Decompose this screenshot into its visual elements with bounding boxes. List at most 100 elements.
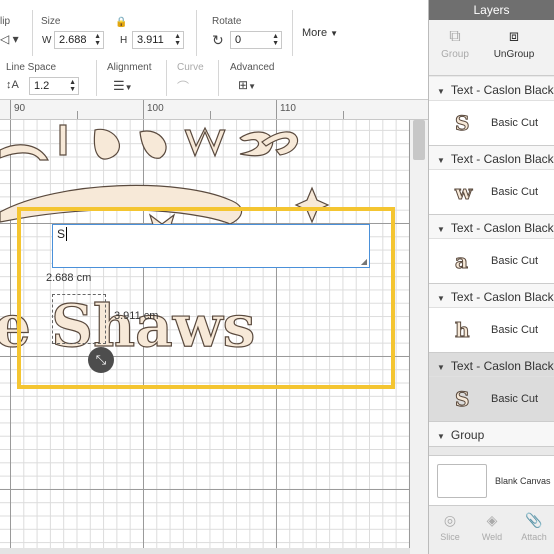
align-left-icon[interactable]: ☰▼ — [113, 78, 133, 94]
layers-bottom-toolbar: ◎ Slice ◈ Weld 📎 Attach — [429, 505, 554, 554]
height-value: 3.911 — [137, 34, 164, 46]
layer-name: Text - Caslon Black — [450, 83, 554, 97]
layer-header[interactable]: ▼ Text - Caslon Black — [429, 284, 554, 308]
layer-row[interactable]: h Basic Cut — [429, 308, 554, 352]
blank-canvas-swatch[interactable] — [437, 464, 487, 498]
ruler-tick — [77, 111, 78, 119]
layer-item[interactable]: ▼ Text - Caslon Black a Basic Cut — [429, 215, 554, 284]
artwork-letter-shape — [184, 126, 226, 158]
artwork-letter-shape — [93, 128, 121, 160]
rotate-value: 0 — [235, 34, 242, 46]
attach-label: Attach — [521, 532, 547, 542]
ungroup-button-label: UnGroup — [493, 49, 535, 60]
ungroup-button[interactable]: ⧈ UnGroup — [484, 28, 544, 60]
slice-icon: ◎ — [443, 512, 457, 528]
caret-down-icon[interactable]: ▼ — [437, 432, 445, 441]
edit-toolbar: lip ◁ ▾ Size 🔒 W 2.688 ▲ ▼ H 3.911 ▲ ▼ Rot… — [0, 0, 428, 100]
layer-row[interactable]: a Basic Cut — [429, 239, 554, 283]
slice-label: Slice — [440, 532, 460, 542]
layers-panel: Layers ⧉ Group ⧈ UnGroup ▼ Text - Caslon … — [428, 0, 554, 554]
blank-canvas-item[interactable]: Blank Canvas — [429, 455, 554, 505]
group-button[interactable]: ⧉ Group — [429, 28, 485, 60]
line-space-value: 1.2 — [34, 80, 50, 92]
rotate-input[interactable]: 0 ▲ ▼ — [230, 31, 282, 49]
width-stepper-icon[interactable]: ▲ ▼ — [94, 33, 101, 47]
weld-button[interactable]: ◈ Weld — [471, 512, 513, 542]
caret-down-icon[interactable]: ▼ — [437, 87, 445, 96]
layer-header[interactable]: ▼ Text - Caslon Black — [429, 77, 554, 101]
horizontal-scrollbar[interactable] — [0, 548, 410, 554]
line-space-input[interactable]: 1.2 ▲ ▼ — [29, 77, 79, 95]
caret-down-icon[interactable]: ▼ — [437, 225, 445, 234]
more-button[interactable]: More ▼ — [302, 27, 338, 39]
height-stepper-icon[interactable]: ▲ ▼ — [174, 33, 181, 47]
caret-down-icon[interactable]: ▼ — [437, 156, 445, 165]
weld-icon: ◈ — [486, 512, 498, 528]
group-icon: ⧉ — [449, 28, 461, 45]
lock-icon[interactable]: 🔒 — [115, 17, 127, 28]
caret-down-icon[interactable]: ▼ — [437, 294, 445, 303]
ruler-tick-label: 110 — [280, 103, 296, 114]
advanced-icon[interactable]: ⊞▼ — [238, 78, 256, 92]
caret-down-icon[interactable]: ▼ — [437, 363, 445, 372]
blank-canvas-label: Blank Canvas — [495, 476, 551, 486]
alignment-label: Alignment — [107, 62, 152, 73]
layer-row[interactable]: S Basic Cut — [429, 377, 554, 421]
layer-header[interactable]: ▼ Text - Caslon Black — [429, 215, 554, 239]
layer-item[interactable]: ▼ Text - Caslon Black h Basic Cut — [429, 284, 554, 353]
layers-list: ▼ Text - Caslon Black S Basic Cut ▼ Text -… — [429, 77, 554, 447]
layer-header[interactable]: ▼ Text - Caslon Black — [429, 353, 554, 377]
height-input[interactable]: 3.911 ▲ ▼ — [132, 31, 184, 49]
layer-item[interactable]: ▼ Text - Caslon Black S Basic Cut — [429, 77, 554, 146]
layer-item[interactable]: ▼ Text - Caslon Black w Basic Cut — [429, 146, 554, 215]
text-edit-input[interactable]: S ◢ — [52, 224, 370, 268]
slice-button[interactable]: ◎ Slice — [429, 512, 471, 542]
divider — [166, 60, 167, 96]
curve-icon: ⌒ — [177, 80, 190, 94]
divider — [32, 10, 33, 56]
size-label: Size — [41, 16, 61, 27]
layer-header[interactable]: ▼ Text - Caslon Black — [429, 146, 554, 170]
layer-item-selected[interactable]: ▼ Text - Caslon Black S Basic Cut — [429, 353, 554, 422]
scale-handle-icon[interactable]: ⤡ — [88, 347, 114, 373]
width-label: W — [42, 35, 52, 46]
layer-thumbnail: a — [455, 249, 469, 274]
artwork-letter-shape — [59, 124, 67, 156]
vertical-scrollbar[interactable] — [410, 120, 428, 554]
ruler-tick — [276, 100, 277, 119]
layer-name: Text - Caslon Black — [450, 221, 554, 235]
layers-panel-title: Layers — [429, 0, 554, 20]
line-space-stepper-icon[interactable]: ▲ ▼ — [69, 79, 76, 93]
flip-icon[interactable]: ◁ ▾ — [0, 32, 19, 46]
line-space-icon: ↕A — [6, 79, 19, 91]
layer-row[interactable]: S Basic Cut — [429, 101, 554, 145]
group-header[interactable]: ▼ Group — [429, 422, 554, 446]
ruler-tick — [10, 100, 11, 119]
scrollbar-thumb[interactable] — [413, 120, 425, 160]
layer-thumbnail: S — [454, 387, 470, 412]
design-canvas[interactable]: 90 100 110 e Shaws S ◢ 2.688 cm 3.911 cm… — [0, 100, 428, 554]
width-dimension-label: 2.688 cm — [46, 272, 92, 284]
layer-row[interactable]: w Basic Cut — [429, 170, 554, 214]
layer-operation: Basic Cut — [491, 255, 539, 267]
width-value: 2.688 — [59, 34, 87, 46]
selection-bounding-box[interactable] — [52, 294, 106, 344]
resize-grip-icon[interactable]: ◢ — [361, 257, 367, 266]
divider — [96, 60, 97, 96]
layer-name: Text - Caslon Black — [450, 290, 554, 304]
weld-label: Weld — [481, 532, 503, 542]
width-input[interactable]: 2.688 ▲ ▼ — [54, 31, 104, 49]
ruler-tick — [143, 100, 144, 119]
attach-icon: 📎 — [525, 512, 543, 528]
rotate-icon: ↻ — [212, 32, 224, 48]
group-button-label: Group — [441, 49, 469, 60]
rotate-stepper-icon[interactable]: ▲ ▼ — [272, 33, 279, 47]
layer-name: Text - Caslon Black — [450, 152, 554, 166]
group-item[interactable]: ▼ Group — [429, 422, 554, 447]
divider — [218, 60, 219, 96]
layer-name: Text - Caslon Black — [450, 359, 554, 373]
line-space-label: Line Space — [6, 62, 57, 73]
artwork-letter-shape — [139, 130, 167, 159]
divider — [196, 10, 197, 56]
attach-button[interactable]: 📎 Attach — [513, 512, 554, 542]
